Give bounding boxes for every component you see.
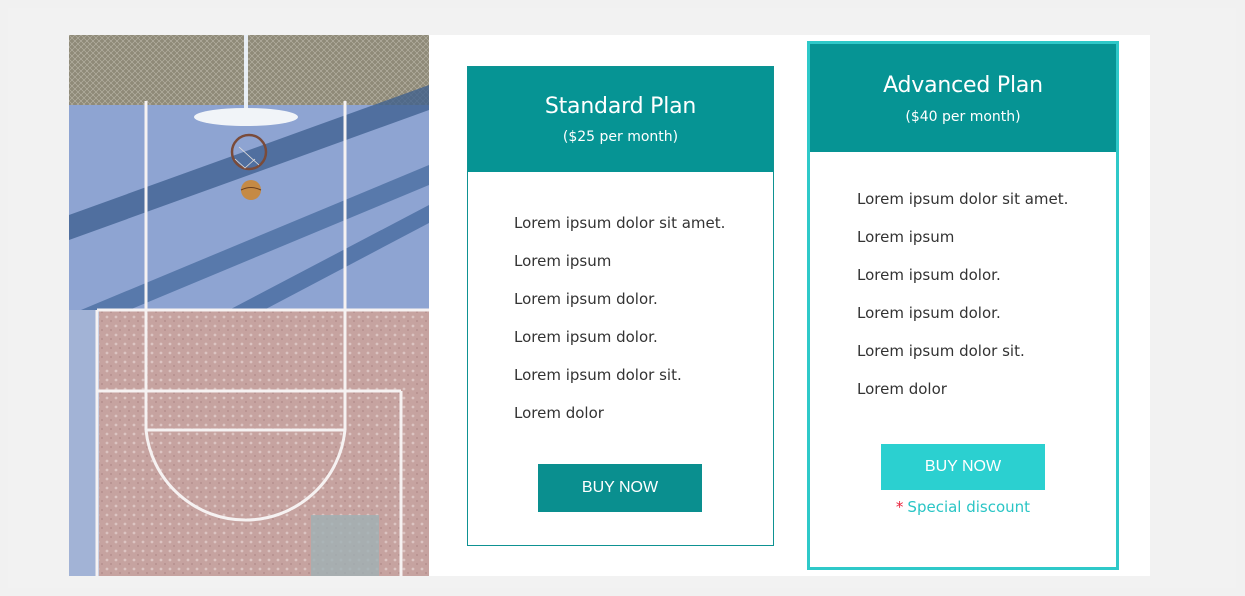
advanced-plan-header: Advanced Plan ($40 per month) xyxy=(810,44,1116,152)
standard-plan-card: Standard Plan ($25 per month) Lorem ipsu… xyxy=(467,66,774,546)
special-discount-note: * Special discount xyxy=(810,498,1116,516)
basketball-court-image xyxy=(69,35,429,576)
list-item: Lorem ipsum dolor sit amet. xyxy=(514,214,726,232)
buy-now-button[interactable]: BUY NOW xyxy=(538,464,702,512)
discount-label: Special discount xyxy=(907,498,1031,516)
feature-list: Lorem ipsum dolor sit amet. Lorem ipsum … xyxy=(468,213,773,441)
list-item: Lorem ipsum dolor. xyxy=(514,290,658,308)
plan-price: ($40 per month) xyxy=(905,109,1021,125)
standard-plan-header: Standard Plan ($25 per month) xyxy=(468,67,773,172)
plan-title: Advanced Plan xyxy=(883,73,1043,98)
list-item: Lorem ipsum dolor sit. xyxy=(857,342,1025,360)
advanced-plan-card: Advanced Plan ($40 per month) Lorem ipsu… xyxy=(807,41,1119,570)
list-item: Lorem ipsum dolor sit. xyxy=(514,366,682,384)
feature-list: Lorem ipsum dolor sit amet. Lorem ipsum … xyxy=(810,189,1116,417)
list-item: Lorem ipsum dolor. xyxy=(857,304,1001,322)
buy-now-button[interactable]: BUY NOW xyxy=(881,444,1045,490)
asterisk-marker: * xyxy=(895,498,904,516)
list-item: Lorem ipsum dolor. xyxy=(514,328,658,346)
list-item: Lorem ipsum xyxy=(857,228,955,246)
list-item: Lorem ipsum dolor. xyxy=(857,266,1001,284)
list-item: Lorem dolor xyxy=(514,404,604,422)
list-item: Lorem ipsum xyxy=(514,252,612,270)
plan-title: Standard Plan xyxy=(544,94,697,119)
plan-price: ($25 per month) xyxy=(562,129,679,145)
list-item: Lorem dolor xyxy=(857,380,947,398)
list-item: Lorem ipsum dolor sit amet. xyxy=(857,190,1069,208)
